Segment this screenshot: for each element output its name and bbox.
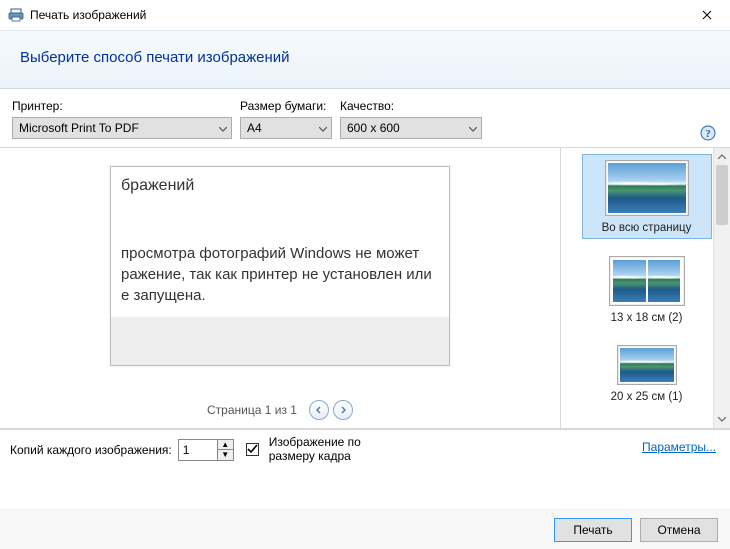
preview-line3: е запущена.	[121, 287, 206, 304]
action-bar: Печать Отмена	[0, 509, 730, 549]
next-page-button[interactable]	[333, 400, 353, 420]
svg-text:?: ?	[705, 128, 711, 140]
fit-checkbox[interactable]	[246, 443, 259, 456]
layout-thumb	[609, 256, 685, 306]
paper-label: Размер бумаги:	[240, 99, 332, 113]
pager: Страница 1 из 1	[0, 400, 560, 420]
pager-nav	[309, 400, 353, 420]
printer-value: Microsoft Print To PDF	[19, 121, 139, 135]
preview-heading-fragment: бражений	[111, 167, 449, 205]
layout-thumb	[617, 345, 677, 385]
preview-pane: бражений просмотра фотографий Windows не…	[0, 148, 560, 428]
quality-group: Качество: 600 x 600	[340, 99, 482, 139]
paper-dropdown[interactable]: A4	[240, 117, 332, 139]
chevron-down-icon	[219, 121, 227, 135]
printer-icon	[8, 7, 24, 23]
layout-thumb	[605, 160, 689, 216]
help-button[interactable]: ?	[700, 125, 716, 141]
layout-full-page[interactable]: Во всю страницу	[582, 154, 712, 239]
layout-20x25[interactable]: 20 x 25 см (1)	[582, 340, 712, 407]
printer-dropdown[interactable]: Microsoft Print To PDF	[12, 117, 232, 139]
preview-footer-band	[111, 317, 449, 365]
paper-value: A4	[247, 121, 262, 135]
scrollbar[interactable]	[713, 148, 730, 428]
layout-label: 20 x 25 см (1)	[584, 391, 710, 403]
pager-text: Страница 1 из 1	[207, 403, 297, 417]
landscape-thumb-icon	[613, 260, 646, 302]
spinner-up-button[interactable]: ▲	[218, 440, 233, 451]
window-title: Печать изображений	[30, 8, 146, 22]
copies-spinner[interactable]: ▲ ▼	[178, 439, 234, 461]
scroll-down-button[interactable]	[714, 411, 730, 428]
options-link[interactable]: Параметры...	[642, 440, 716, 454]
print-button[interactable]: Печать	[554, 518, 632, 542]
chevron-down-icon	[469, 121, 477, 135]
page-heading: Выберите способ печати изображений	[20, 49, 710, 66]
quality-dropdown[interactable]: 600 x 600	[340, 117, 482, 139]
copies-label: Копий каждого изображения:	[10, 443, 172, 457]
printer-label: Принтер:	[12, 99, 232, 113]
prev-page-button[interactable]	[309, 400, 329, 420]
landscape-thumb-icon	[608, 163, 686, 213]
quality-label: Качество:	[340, 99, 482, 113]
main-area: бражений просмотра фотографий Windows не…	[0, 148, 730, 428]
preview-body: просмотра фотографий Windows не может ра…	[111, 235, 449, 314]
landscape-thumb-icon	[648, 260, 681, 302]
spinner-down-button[interactable]: ▼	[218, 450, 233, 460]
titlebar: Печать изображений	[0, 0, 730, 30]
copies-input[interactable]	[179, 440, 217, 460]
scroll-up-button[interactable]	[714, 148, 730, 165]
fit-label: Изображение по размеру кадра	[269, 436, 389, 464]
copies-row: Копий каждого изображения: ▲ ▼ Изображен…	[0, 429, 730, 470]
quality-value: 600 x 600	[347, 121, 400, 135]
cancel-button[interactable]: Отмена	[640, 518, 718, 542]
preview-line1: просмотра фотографий Windows не может	[121, 245, 419, 262]
layout-label: Во всю страницу	[585, 222, 709, 234]
printer-group: Принтер: Microsoft Print To PDF	[12, 99, 232, 139]
close-button[interactable]	[684, 0, 730, 30]
landscape-thumb-icon	[620, 348, 674, 382]
layout-label: 13 x 18 см (2)	[584, 312, 710, 324]
chevron-down-icon	[319, 121, 327, 135]
selector-row: Принтер: Microsoft Print To PDF Размер б…	[0, 89, 730, 147]
layout-13x18[interactable]: 13 x 18 см (2)	[582, 251, 712, 328]
scroll-thumb[interactable]	[716, 165, 728, 225]
spinner-arrows: ▲ ▼	[217, 440, 233, 460]
preview-canvas: бражений просмотра фотографий Windows не…	[110, 166, 450, 366]
layout-panel: Во всю страницу 13 x 18 см (2) 20 x 25 с…	[560, 148, 730, 428]
header-band: Выберите способ печати изображений	[0, 30, 730, 89]
preview-line2: ражение, так как принтер не установлен и…	[121, 266, 432, 283]
paper-group: Размер бумаги: A4	[240, 99, 332, 139]
